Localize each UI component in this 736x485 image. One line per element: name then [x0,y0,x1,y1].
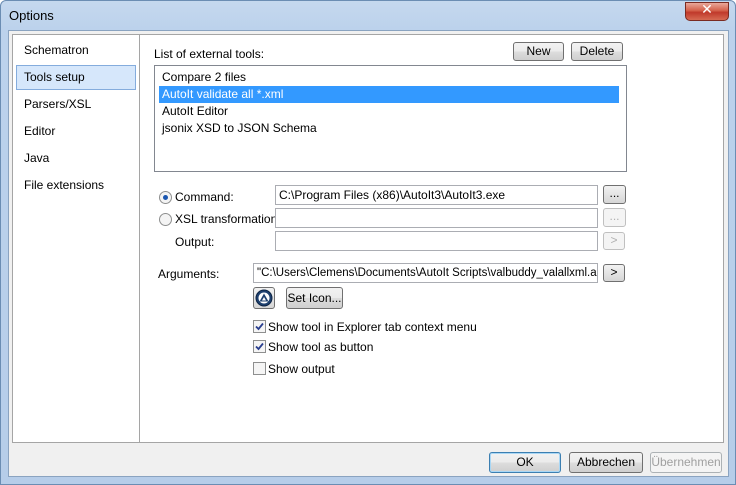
command-field[interactable]: C:\Program Files (x86)\AutoIt3\AutoIt3.e… [275,185,598,205]
autoit-icon [255,289,273,307]
checkmark-icon [255,342,264,351]
show-context-label: Show tool in Explorer tab context menu [268,320,477,334]
tool-icon-button[interactable] [253,287,275,309]
xsl-field[interactable] [275,208,598,228]
tool-list[interactable]: Compare 2 files AutoIt validate all *.xm… [154,65,627,172]
arguments-label: Arguments: [158,267,220,281]
xsl-label: XSL transformation: [175,212,281,226]
arguments-arrow-button[interactable]: > [603,264,625,282]
nav-item-tools-setup[interactable]: Tools setup [16,65,136,90]
set-icon-button[interactable]: Set Icon... [286,287,343,309]
dialog-client: Schematron Tools setup Parsers/XSL Edito… [8,30,729,477]
show-output-label: Show output [268,362,335,376]
show-button-label: Show tool as button [268,340,374,354]
show-context-checkbox[interactable] [253,320,266,333]
show-output-checkbox[interactable] [253,362,266,375]
list-item-jsonix[interactable]: jsonix XSD to JSON Schema [159,120,619,137]
category-list: Schematron Tools setup Parsers/XSL Edito… [12,34,140,443]
output-arrow-button[interactable]: > [603,232,625,250]
checkmark-icon [255,322,264,331]
nav-item-parsers-xsl[interactable]: Parsers/XSL [16,92,136,117]
command-radio[interactable] [159,191,172,204]
nav-item-schematron[interactable]: Schematron [16,38,136,63]
nav-item-java[interactable]: Java [16,146,136,171]
delete-button[interactable]: Delete [571,42,623,61]
cancel-button[interactable]: Abbrechen [569,452,643,473]
tool-list-label: List of external tools: [154,47,265,61]
list-item-autoit-editor[interactable]: AutoIt Editor [159,103,619,120]
list-item-compare[interactable]: Compare 2 files [159,69,619,86]
tools-setup-panel: List of external tools: New Delete Compa… [140,34,724,443]
output-field[interactable] [275,231,598,251]
show-button-checkbox[interactable] [253,340,266,353]
nav-item-editor[interactable]: Editor [16,119,136,144]
nav-item-file-extensions[interactable]: File extensions [16,173,136,198]
list-item-autoit-validate[interactable]: AutoIt validate all *.xml [159,86,619,103]
ok-button[interactable]: OK [489,452,561,473]
window-title: Options [9,8,54,23]
title-bar: Options ✕ [1,1,735,29]
close-button[interactable]: ✕ [685,2,729,21]
apply-button[interactable]: Übernehmen [650,452,722,473]
output-label: Output: [175,235,215,249]
options-window: Options ✕ Schematron Tools setup Parsers… [0,0,736,485]
command-label: Command: [175,190,234,204]
command-browse-button[interactable]: ... [603,185,626,204]
arguments-field[interactable]: "C:\Users\Clemens\Documents\AutoIt Scrip… [253,263,598,283]
new-button[interactable]: New [513,42,564,61]
xsl-browse-button[interactable]: ... [603,208,626,227]
xsl-radio[interactable] [159,213,172,226]
close-icon: ✕ [701,2,713,18]
